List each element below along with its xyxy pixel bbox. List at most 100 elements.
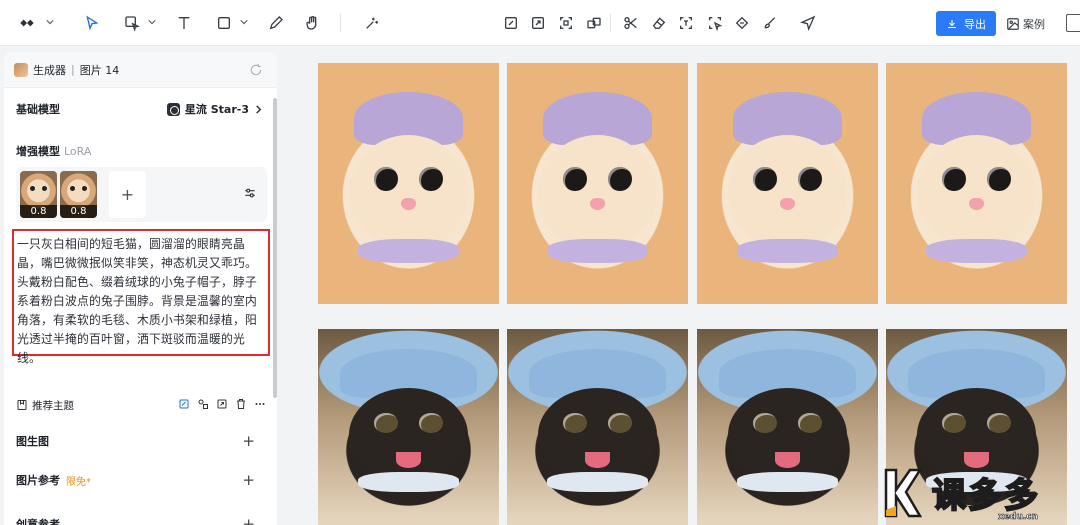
prompt-translate-icon[interactable] [197,398,209,410]
recommended-topics-row: 推荐主题 [16,397,266,413]
send-icon[interactable] [799,11,817,35]
cat-eye [753,413,777,433]
lora-list: 0.8 0.8 + [16,167,267,222]
sidebar-toggle-icon[interactable] [1066,14,1080,32]
panel-title-separator: | [71,63,75,76]
cat-face [727,135,848,251]
cat-eye [942,413,966,433]
chevron-down-icon[interactable] [148,18,156,26]
lora-item[interactable]: 0.8 [20,171,57,218]
case-button-label: 案例 [1023,17,1045,31]
more-options-icon[interactable] [254,398,266,410]
cat-eye [942,166,966,191]
crop-icon[interactable] [557,11,575,35]
plus-icon[interactable]: + [242,515,255,525]
scissors-icon[interactable] [622,11,640,35]
section-image-reference[interactable]: 图片参考 限免* + [4,461,277,499]
generated-image[interactable] [697,329,878,525]
lora-tag: LoRA [64,145,92,158]
cat-nose [969,197,984,210]
scrollbar-thumb[interactable] [273,98,277,398]
gallery-icon [1007,17,1019,30]
toolbar-divider [340,14,341,32]
panel-header: 生成器 | 图片 14 [4,52,277,88]
section-label: 创意参考 [16,518,60,525]
cat-eye [563,166,587,191]
free-badge: 限免* [66,476,91,488]
generated-image[interactable] [886,63,1067,304]
upscale-icon[interactable] [733,11,751,35]
hand-icon[interactable] [303,11,323,35]
chevron-right-icon [256,104,262,114]
refresh-icon[interactable] [249,63,263,77]
cursor-icon[interactable] [82,11,102,35]
generator-avatar [14,62,28,77]
prompt-enhance-icon[interactable] [216,398,228,410]
cat-face [348,135,469,251]
text-detect-icon[interactable] [677,11,695,35]
prompt-textarea[interactable]: 一只灰白相间的短毛猫，圆溜溜的眼睛亮晶晶，嘴巴微微抿似笑非笑，神态机灵又乖巧。头… [12,229,270,365]
cat-eye [987,413,1011,433]
repaint-icon[interactable] [761,11,779,35]
base-model-select[interactable]: 星流 Star-3 [166,101,263,117]
generated-image[interactable] [697,63,878,304]
model-logo-icon [166,102,180,116]
cat-scarf [546,472,649,492]
expand-icon[interactable] [529,11,547,35]
lora-item[interactable]: 0.8 [60,171,97,218]
generated-image[interactable] [507,329,688,525]
lora-thumb-eye [30,186,35,191]
magic-wand-icon[interactable] [362,11,382,35]
plus-icon[interactable]: + [242,471,255,489]
pen-icon[interactable] [266,11,286,35]
text-icon[interactable] [174,11,194,35]
cat-face [537,135,658,251]
base-model-label: 基础模型 [16,103,60,116]
enhance-model-title: 增强模型 [16,145,60,158]
lora-thumb-eye [42,186,47,191]
transform-icon[interactable] [585,11,603,35]
cat-eye [563,413,587,433]
section-img2img[interactable]: 图生图 + [4,422,277,460]
case-button[interactable]: 案例 [1006,11,1045,36]
cat-eye [753,166,777,191]
prompt-delete-icon[interactable] [235,398,247,410]
lora-thumb-eye [70,186,75,191]
prompt-tools [178,398,266,410]
smart-select-icon[interactable] [706,11,724,35]
section-creative-reference[interactable]: 创意参考 + [4,505,277,525]
lora-thumb-eye [82,186,87,191]
logo-icon[interactable] [14,11,40,35]
cat-eye [374,166,398,191]
add-lora-button[interactable]: + [109,171,146,218]
enhance-model-label: 增强模型 LoRA [16,143,91,159]
cat-eye [419,413,443,433]
bookmark-icon [17,400,27,410]
prompt-edit-icon[interactable] [178,398,190,410]
edit-icon[interactable] [502,11,520,35]
chevron-down-icon[interactable] [46,18,54,26]
lasso-select-icon[interactable] [122,11,142,35]
generated-image[interactable] [318,329,499,525]
cat-scarf [357,238,460,264]
export-button[interactable]: 导出 [936,11,996,36]
generated-image[interactable] [318,63,499,304]
cat-scarf [925,238,1028,264]
cat-scarf [357,472,460,492]
recommended-topics-label[interactable]: 推荐主题 [32,398,74,413]
chevron-down-icon[interactable] [240,18,248,26]
cat-eye [608,413,632,433]
eraser-icon[interactable] [650,11,668,35]
base-model-value: 星流 Star-3 [184,103,249,116]
cat-eye [798,413,822,433]
cat-eye [374,413,398,433]
shape-icon[interactable] [214,11,234,35]
site-watermark: 课多多 xedu.cn [880,462,1080,525]
cat-scarf [546,238,649,264]
settings-sliders-icon[interactable] [243,186,257,200]
top-toolbar: 导出 案例 [0,0,1080,46]
plus-icon[interactable]: + [242,432,255,450]
generated-image[interactable] [507,63,688,304]
panel-title: 生成器 [33,63,66,77]
lora-weight: 0.8 [20,205,57,218]
